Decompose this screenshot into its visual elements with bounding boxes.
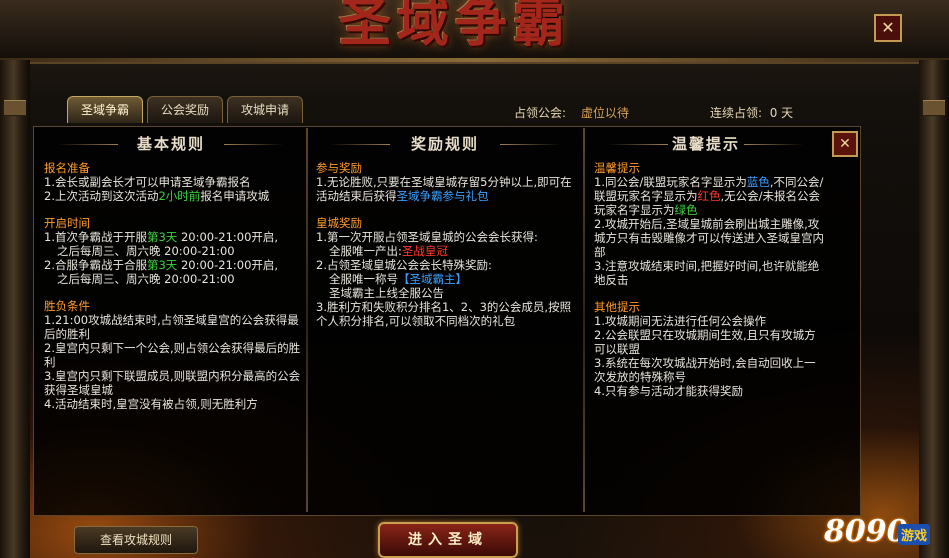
panel-close-icon[interactable]: ✕ bbox=[832, 131, 858, 157]
rule-line: 1.同公会/联盟玩家名字显示为蓝色,不同公会/联盟玩家名字显示为红色,无公会/未… bbox=[594, 175, 824, 217]
section-title: 报名准备 bbox=[44, 161, 90, 175]
tab-bar: 圣域争霸 公会奖励 攻城申请 bbox=[67, 96, 304, 124]
tab-siege-war[interactable]: 圣域争霸 bbox=[67, 96, 144, 123]
logo-text: 游戏 bbox=[898, 524, 931, 545]
tips-column: 温馨提示 温馨提示 1.同公会/联盟玩家名字显示为蓝色,不同公会/联盟玩家名字显… bbox=[586, 127, 826, 513]
streak-info: 连续占领: 0 天 bbox=[710, 104, 793, 121]
right-pillar bbox=[919, 60, 949, 558]
rule-line: 1.第一次开服占领圣域皇城的公会会长获得: bbox=[316, 230, 538, 244]
site-logo: 8090 游戏 bbox=[820, 514, 945, 556]
rule-line: 全服唯一产出:圣战皇冠 bbox=[329, 244, 448, 258]
rule-line: 2.攻城开始后,圣域皇城前会刷出城主雕像,攻城方只有击毁雕像才可以传送进入圣域皇… bbox=[594, 217, 824, 259]
rule-line: 1.首次争霸战于开服第3天 20:00-21:00开启, bbox=[44, 230, 279, 244]
reward-rules-column: 奖励规则 参与奖励 1.无论胜败,只要在圣域皇城存留5分钟以上,即可在活动结束后… bbox=[308, 127, 582, 513]
close-icon[interactable]: ✕ bbox=[874, 14, 902, 42]
tab-siege-apply[interactable]: 攻城申请 bbox=[227, 96, 304, 123]
rule-line: 1.无论胜败,只要在圣域皇城存留5分钟以上,即可在活动结束后获得圣域争霸参与礼包 bbox=[316, 175, 572, 203]
tab-guild-reward[interactable]: 公会奖励 bbox=[147, 96, 224, 123]
rule-line: 1.攻城期间无法进行任何公会操作 bbox=[594, 314, 766, 328]
guild-label: 占领公会: bbox=[514, 106, 567, 120]
rule-line: 3.皇宫内只剩下联盟成员,则联盟内积分最高的公会获得圣域皇城 bbox=[44, 369, 301, 397]
column-divider bbox=[583, 128, 585, 512]
rule-line: 2.皇宫内只剩下一个公会,则占领公会获得最后的胜利 bbox=[44, 341, 301, 369]
rule-line: 3.系统在每次攻城战开始时,会自动回收上一次发放的特殊称号 bbox=[594, 356, 816, 384]
section-title: 参与奖励 bbox=[316, 161, 362, 175]
rule-line: 全服唯一称号【圣域霸主】 bbox=[329, 272, 467, 286]
rule-line: 1.21:00攻城战结束时,占领圣域皇宫的公会获得最后的胜利 bbox=[44, 313, 299, 341]
rule-line: 圣域霸主上线全服公告 bbox=[329, 286, 444, 300]
rule-line: 4.活动结束时,皇宫没有被占领,则无胜利方 bbox=[44, 397, 258, 411]
rule-line: 2.公会联盟只在攻城期间生效,且只有攻城方可以联盟 bbox=[594, 328, 816, 356]
basic-rules-title: 基本规则 bbox=[36, 127, 306, 161]
rule-line: 2.合服争霸战于合服第3天 20:00-21:00开启, bbox=[44, 258, 279, 272]
rule-line: 2.占领圣域皇城公会会长特殊奖励: bbox=[316, 258, 492, 272]
section-title: 其他提示 bbox=[594, 300, 640, 314]
enter-holy-domain-button[interactable]: 进入圣域 bbox=[378, 522, 518, 558]
basic-rules-column: 基本规则 报名准备 1.会长或副会长才可以申请圣域争霸报名 2.上次活动到这次活… bbox=[36, 127, 306, 513]
view-siege-rules-button[interactable]: 查看攻城规则 bbox=[74, 526, 198, 554]
streak-label: 连续占领: bbox=[710, 106, 763, 120]
tips-title: 温馨提示 bbox=[586, 127, 826, 161]
rule-line: 3.注意攻城结束时间,把握好时间,也许就能绝地反击 bbox=[594, 259, 820, 287]
rule-line: 3.胜利方和失败积分排名1、2、3的公会成员,按照个人积分排名,可以领取不同档次… bbox=[316, 300, 572, 328]
streak-value: 0 天 bbox=[769, 106, 794, 120]
section-title: 胜负条件 bbox=[44, 299, 90, 313]
window-title: 圣域争霸 bbox=[338, 0, 571, 54]
logo-number: 8090 bbox=[824, 514, 908, 549]
rule-line: 之后每周三、周六晚 20:00-21:00 bbox=[57, 244, 235, 258]
rule-line: 2.上次活动到这次活动2小时前报名申请攻城 bbox=[44, 189, 270, 203]
guild-value: 虚位以待 bbox=[581, 106, 630, 120]
rule-line: 1.会长或副会长才可以申请圣域争霸报名 bbox=[44, 175, 251, 189]
left-pillar bbox=[0, 60, 30, 558]
reward-rules-title: 奖励规则 bbox=[308, 127, 582, 161]
rule-line: 之后每周三、周六晚 20:00-21:00 bbox=[57, 272, 235, 286]
rule-line: 4.只有参与活动才能获得奖励 bbox=[594, 384, 743, 398]
section-title: 温馨提示 bbox=[594, 161, 640, 175]
section-title: 开启时间 bbox=[44, 216, 90, 230]
section-title: 皇城奖励 bbox=[316, 216, 362, 230]
